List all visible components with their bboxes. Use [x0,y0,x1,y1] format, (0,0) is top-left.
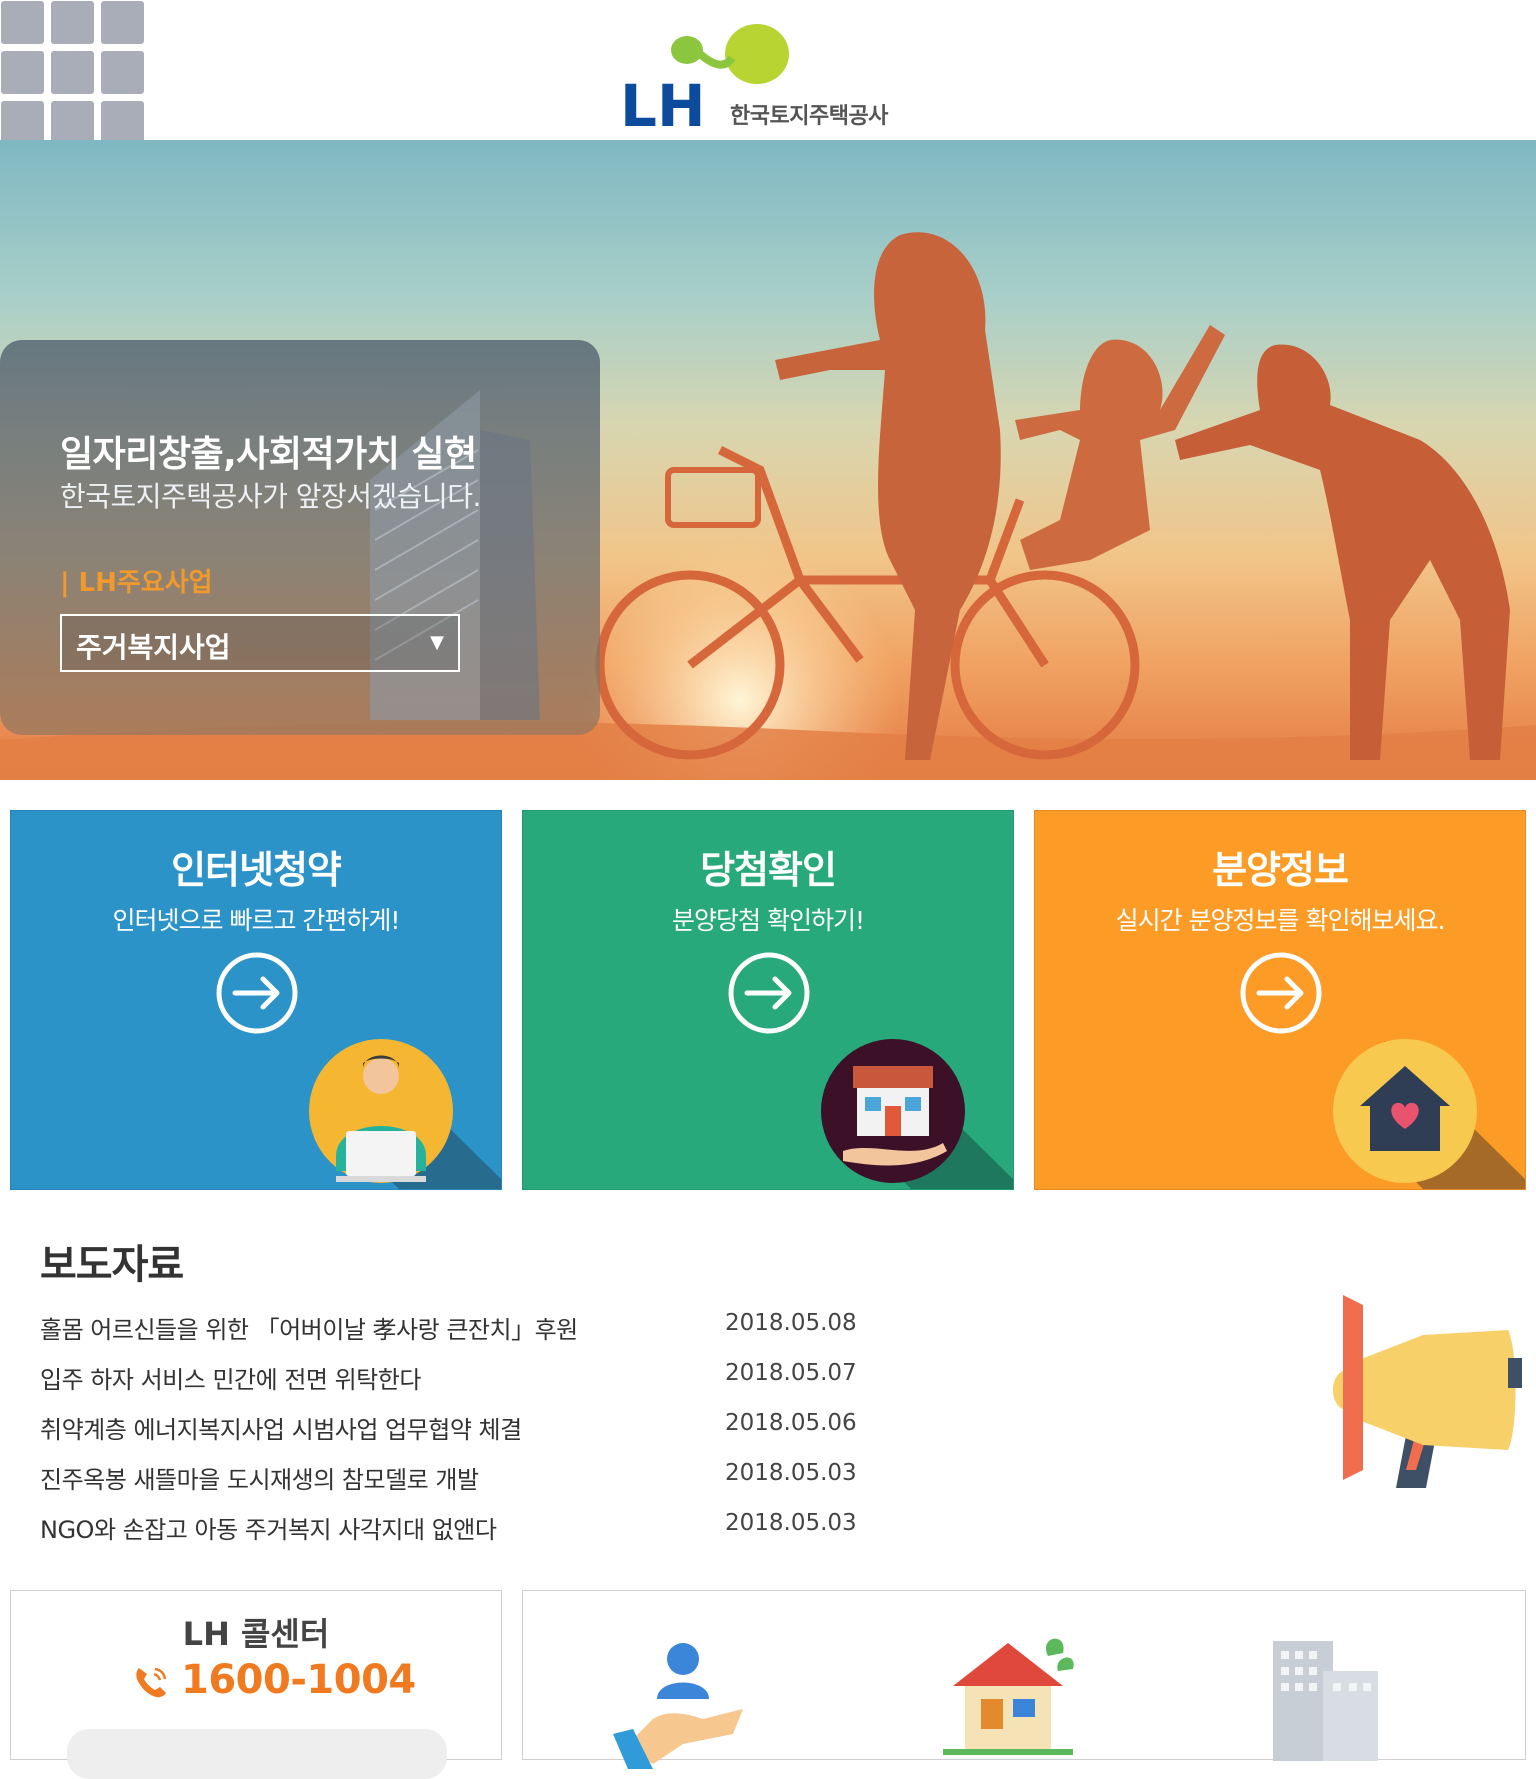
hand-person-icon[interactable] [613,1639,753,1769]
call-center-title: LH 콜센터 [182,1615,330,1653]
grid-cell [101,1,144,44]
list-item[interactable]: NGO와 손잡고 아동 주거복지 사각지대 없앤다 2018.05.03 [40,1510,860,1560]
heart-house-icon [1333,1039,1525,1189]
hero-info-panel [0,340,600,735]
grid-cell [51,1,94,44]
grid-cell [51,51,94,94]
card-title: 당첨확인 [700,848,837,892]
logo-letters: LH [622,72,706,138]
grid-cell [101,51,144,94]
list-item[interactable]: 취약계층 에너지복지사업 시범사업 업무협약 체결 2018.05.06 [40,1410,860,1460]
business-select[interactable]: 주거복지사업 ▼ [60,614,460,672]
news-date: 2018.05.07 [725,1360,857,1386]
service-icons-box [522,1590,1526,1769]
grid-cell [1,51,44,94]
grid-cell [1,1,44,44]
sale-info-card[interactable]: 분양정보 실시간 분양정보를 확인해보세요. [1034,810,1526,1190]
news-date: 2018.05.06 [725,1410,857,1436]
news-date: 2018.05.08 [725,1310,857,1336]
hero-banner: 일자리창출,사회적가치 실현 한국토지주택공사가 앞장서겠습니다. | LH주요… [0,140,1536,780]
logo-leaf-small [671,36,703,64]
person-laptop-icon [309,1039,501,1189]
call-center-button[interactable] [67,1729,447,1779]
news-date: 2018.05.03 [725,1460,857,1486]
megaphone-icon [1333,1295,1522,1488]
house-hand-icon [821,1039,1013,1189]
grid-cell [51,101,94,144]
business-label: | LH주요사업 [60,568,213,598]
dropdown-caret-icon: ▼ [430,632,444,653]
news-title[interactable]: 입주 하자 서비스 민간에 전면 위탁한다 [40,1360,725,1395]
grid-cell [101,101,144,144]
business-select-value: 주거복지사업 [76,631,231,664]
news-title[interactable]: 홀몸 어르신들을 위한 「어버이날 孝사랑 큰잔치」후원 [40,1310,725,1345]
list-item[interactable]: 진주옥봉 새뜰마을 도시재생의 참모델로 개발 2018.05.03 [40,1460,860,1510]
internet-application-card[interactable]: 인터넷청약 인터넷으로 빠르고 간편하게! [10,810,502,1190]
card-desc: 인터넷으로 빠르고 간편하게! [112,906,401,935]
call-center-box: LH 콜센터 1600-1004 [10,1590,502,1779]
news-title[interactable]: 취약계층 에너지복지사업 시범사업 업무협약 체결 [40,1410,725,1445]
arrow-right-circle-icon[interactable] [727,951,811,1035]
arrow-right-circle-icon[interactable] [1239,951,1323,1035]
list-item[interactable]: 입주 하자 서비스 민간에 전면 위탁한다 2018.05.07 [40,1360,860,1410]
arrow-right-circle-icon[interactable] [215,951,299,1035]
card-title: 인터넷청약 [171,848,342,892]
press-release-title: 보도자료 [40,1242,184,1288]
city-buildings-icon[interactable] [1263,1641,1393,1761]
news-title[interactable]: 진주옥봉 새뜰마을 도시재생의 참모델로 개발 [40,1460,725,1495]
logo-caption: 한국토지주택공사 [730,104,888,129]
card-title: 분양정보 [1212,848,1349,892]
hero-title: 일자리창출,사회적가치 실현 [60,434,477,475]
list-item[interactable]: 홀몸 어르신들을 위한 「어버이날 孝사랑 큰잔치」후원 2018.05.08 [40,1310,860,1360]
green-house-icon[interactable] [943,1631,1083,1761]
phone-icon [136,1667,167,1698]
hero-subtitle: 한국토지주택공사가 앞장서겠습니다. [60,480,481,513]
news-title[interactable]: NGO와 손잡고 아동 주거복지 사각지대 없앤다 [40,1510,725,1545]
grid-cell [1,101,44,144]
card-desc: 실시간 분양정보를 확인해보세요. [1115,906,1446,935]
news-date: 2018.05.03 [725,1510,857,1536]
card-desc: 분양당첨 확인하기! [672,906,865,935]
grid-menu-icon[interactable] [0,0,144,144]
logo-leaf-large [725,24,789,84]
call-center-number[interactable]: 1600-1004 [181,1657,416,1703]
press-release-list: 홀몸 어르신들을 위한 「어버이날 孝사랑 큰잔치」후원 2018.05.08 입… [40,1310,860,1560]
winner-check-card[interactable]: 당첨확인 분양당첨 확인하기! [522,810,1014,1190]
